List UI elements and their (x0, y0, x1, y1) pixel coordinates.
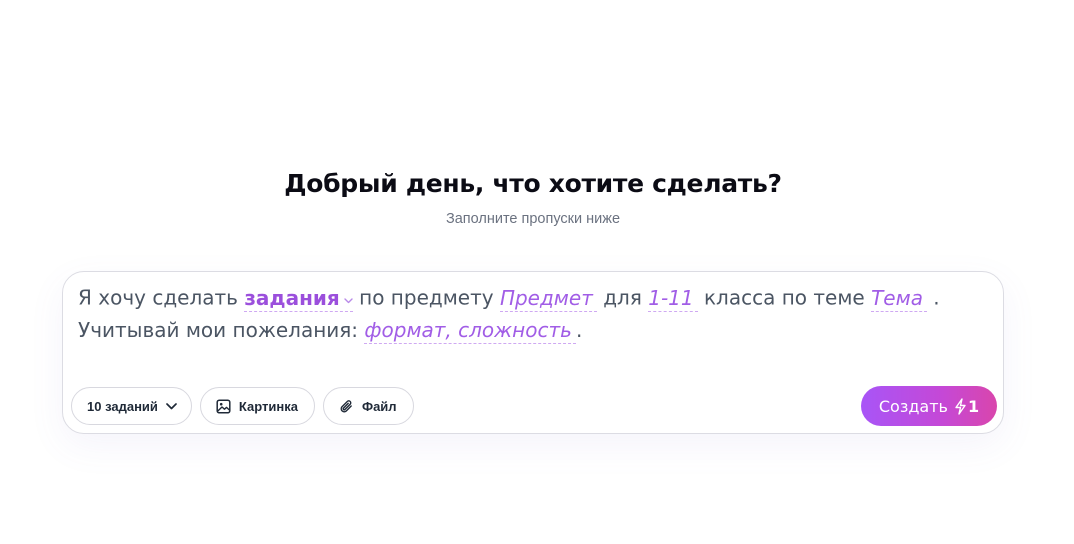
task-count-label: 10 заданий (87, 398, 158, 414)
subject-field[interactable]: Предмет (499, 285, 597, 312)
create-cost: 1 (967, 396, 980, 416)
prompt-grade-suffix-text: класса по теме (697, 285, 872, 310)
attach-file-button[interactable]: Файл (322, 387, 414, 425)
prompt-wishes-prefix-text: Учитывай мои пожелания: (78, 318, 365, 342)
prompt-toolbar: 10 заданий Картинка Файл (71, 387, 414, 425)
chevron-down-icon (344, 285, 353, 309)
prompt-card: Я хочу сделать задания по предмету Предм… (62, 271, 1004, 434)
task-type-select[interactable]: задания (244, 285, 353, 312)
prompt-line2-end: . (575, 318, 583, 342)
image-icon (216, 398, 231, 414)
add-image-label: Картинка (238, 398, 298, 414)
prompt-subject-text: по предмету (352, 285, 500, 310)
paperclip-icon (339, 399, 354, 414)
page: Добрый день, что хотите сделать? Заполни… (0, 0, 1074, 544)
prompt-prefix-text: Я хочу сделать (78, 285, 245, 310)
task-type-value: задания (244, 285, 340, 310)
add-image-button[interactable]: Картинка (199, 387, 315, 425)
attach-file-label: Файл (361, 398, 397, 414)
prompt-for-text: для (596, 285, 649, 310)
wishes-field[interactable]: формат, сложность (364, 318, 576, 344)
page-subtitle: Заполните пропуски ниже (445, 211, 621, 227)
topic-field[interactable]: Тема (871, 285, 927, 312)
prompt-line1-end: . (926, 285, 940, 310)
task-count-dropdown[interactable]: 10 заданий (71, 387, 192, 425)
grade-field[interactable]: 1-11 (648, 285, 698, 312)
create-button-label: Создать (878, 396, 948, 416)
prompt-line-1: Я хочу сделать задания по предмету Предм… (78, 285, 940, 313)
chevron-down-icon (166, 402, 177, 410)
page-title: Добрый день, что хотите сделать? (284, 169, 782, 198)
lightning-icon (954, 397, 967, 415)
prompt-line-2: Учитывай мои пожелания: формат, сложност… (78, 318, 583, 344)
create-button[interactable]: Создать 1 (861, 386, 997, 426)
